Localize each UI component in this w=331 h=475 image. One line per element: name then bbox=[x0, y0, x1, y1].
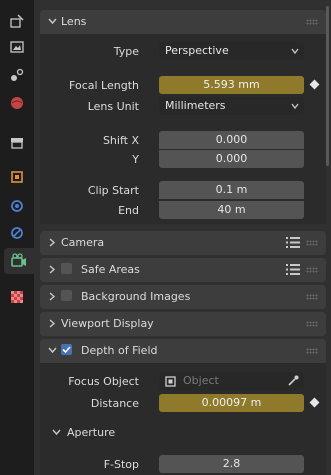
constraints-tab[interactable] bbox=[4, 220, 30, 246]
background-images-panel-title: Background Images bbox=[81, 290, 191, 303]
render-tab[interactable] bbox=[4, 34, 30, 60]
physics-icon bbox=[11, 200, 23, 212]
properties-tab-bar bbox=[0, 0, 34, 475]
world-icon bbox=[11, 97, 23, 109]
presets-list-icon[interactable] bbox=[286, 236, 300, 249]
tool-icon bbox=[10, 14, 24, 28]
camera-panel-title: Camera bbox=[61, 236, 105, 249]
output-tab[interactable] bbox=[4, 62, 30, 88]
distance-label: Distance bbox=[90, 397, 139, 410]
eyedropper-icon[interactable] bbox=[287, 375, 299, 387]
lens-panel-body: Type Perspective Focal Length 5.593 mm L… bbox=[40, 34, 326, 224]
type-value: Perspective bbox=[165, 44, 229, 57]
lens-panel-title: Lens bbox=[61, 15, 87, 28]
depth-of-field-panel-body: Focus Object Object Distance 0.00097 m A… bbox=[40, 363, 326, 475]
lens-unit-dropdown[interactable]: Millimeters bbox=[159, 97, 304, 115]
chevron-right-icon bbox=[49, 319, 56, 328]
chevron-down-icon bbox=[291, 103, 299, 110]
type-dropdown[interactable]: Perspective bbox=[159, 42, 304, 60]
chevron-down-icon bbox=[48, 18, 57, 25]
camera-data-tab[interactable] bbox=[4, 248, 34, 274]
background-images-checkbox[interactable] bbox=[61, 290, 72, 301]
background-images-panel-header[interactable]: Background Images bbox=[40, 285, 326, 309]
clip-start-label: Clip Start bbox=[87, 184, 139, 197]
focal-length-label: Focal Length bbox=[69, 79, 139, 92]
properties-editor: Lens Type Perspective Focal Length 5.593… bbox=[34, 0, 331, 475]
camera-panel-header[interactable]: Camera bbox=[40, 231, 326, 255]
chevron-right-icon bbox=[49, 238, 56, 247]
clip-end-label: End bbox=[118, 204, 139, 217]
shift-y-label: Y bbox=[132, 153, 139, 166]
drag-grip-icon[interactable] bbox=[306, 240, 318, 246]
aperture-subpanel-header[interactable]: Aperture bbox=[52, 423, 312, 443]
shift-x-field[interactable]: 0.000 bbox=[159, 131, 304, 149]
render-icon bbox=[10, 41, 24, 53]
clip-start-field[interactable]: 0.1 m bbox=[159, 181, 304, 199]
focal-length-field[interactable]: 5.593 mm bbox=[159, 76, 304, 94]
chevron-down-icon bbox=[52, 429, 61, 436]
texture-icon bbox=[11, 291, 23, 303]
drag-grip-icon[interactable] bbox=[306, 294, 318, 300]
object-tab[interactable] bbox=[4, 164, 30, 190]
focus-object-placeholder: Object bbox=[183, 374, 219, 387]
scrollbar[interactable] bbox=[326, 6, 329, 166]
aperture-title: Aperture bbox=[67, 426, 116, 439]
physics-tab[interactable] bbox=[4, 193, 30, 219]
scene-icon bbox=[11, 138, 23, 149]
object-square-icon bbox=[165, 376, 176, 387]
f-stop-label: F-Stop bbox=[103, 458, 139, 471]
constraints-icon bbox=[11, 227, 23, 239]
view-layer-tab[interactable] bbox=[4, 90, 30, 116]
output-icon bbox=[11, 68, 24, 81]
focus-object-label: Focus Object bbox=[68, 375, 139, 388]
lens-unit-value: Millimeters bbox=[165, 99, 226, 112]
keyframe-diamond-icon[interactable] bbox=[309, 79, 320, 90]
shift-y-field[interactable]: 0.000 bbox=[159, 150, 304, 168]
chevron-down-icon bbox=[48, 347, 57, 354]
presets-list-icon[interactable] bbox=[286, 263, 300, 276]
chevron-down-icon bbox=[291, 48, 299, 55]
object-icon bbox=[11, 171, 23, 183]
depth-of-field-panel-header[interactable]: Depth of Field bbox=[40, 339, 326, 363]
depth-of-field-checkbox[interactable] bbox=[61, 344, 72, 355]
viewport-display-panel-title: Viewport Display bbox=[61, 317, 154, 330]
focus-object-field[interactable]: Object bbox=[159, 372, 304, 390]
shift-x-label: Shift X bbox=[102, 134, 139, 147]
lens-unit-label: Lens Unit bbox=[87, 100, 139, 113]
lens-panel-header[interactable]: Lens bbox=[40, 10, 326, 34]
drag-grip-icon[interactable] bbox=[306, 321, 318, 327]
chevron-right-icon bbox=[49, 265, 56, 274]
chevron-right-icon bbox=[49, 292, 56, 301]
checkmark-icon bbox=[62, 346, 71, 354]
texture-tab[interactable] bbox=[4, 284, 30, 310]
scene-tab[interactable] bbox=[4, 130, 30, 156]
clip-end-field[interactable]: 40 m bbox=[159, 201, 304, 219]
camera-data-icon bbox=[11, 253, 26, 267]
safe-areas-checkbox[interactable] bbox=[61, 263, 72, 274]
viewport-display-panel-header[interactable]: Viewport Display bbox=[40, 312, 326, 336]
depth-of-field-panel-title: Depth of Field bbox=[81, 344, 158, 357]
distance-field[interactable]: 0.00097 m bbox=[159, 394, 304, 412]
keyframe-diamond-icon[interactable] bbox=[309, 397, 320, 408]
f-stop-field[interactable]: 2.8 bbox=[159, 455, 304, 473]
safe-areas-panel-header[interactable]: Safe Areas bbox=[40, 258, 326, 282]
drag-grip-icon[interactable] bbox=[306, 267, 318, 273]
drag-grip-icon[interactable] bbox=[306, 19, 318, 25]
safe-areas-panel-title: Safe Areas bbox=[81, 263, 140, 276]
type-label: Type bbox=[113, 45, 139, 58]
tool-tab[interactable] bbox=[4, 8, 30, 34]
drag-grip-icon[interactable] bbox=[306, 348, 318, 354]
